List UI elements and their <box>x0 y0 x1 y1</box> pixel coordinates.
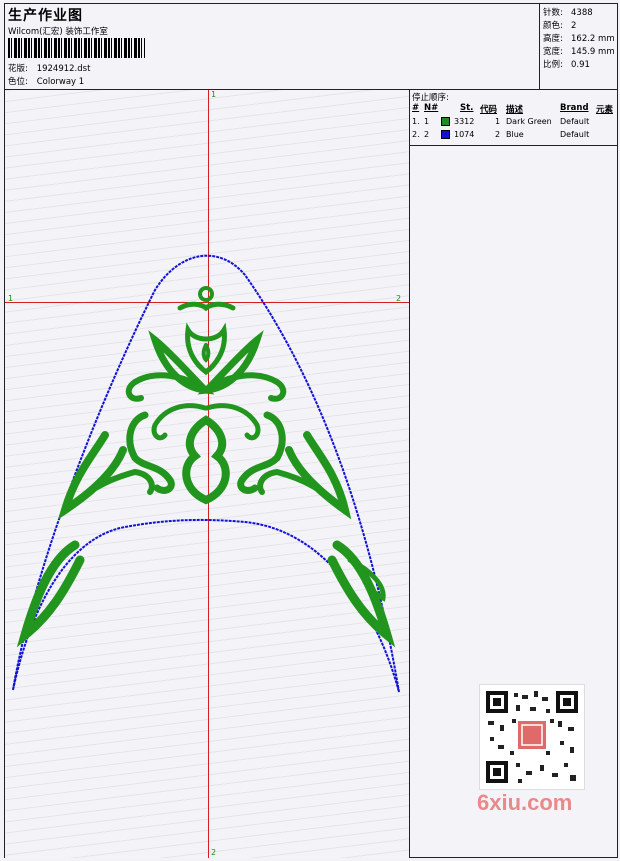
col-brand: Brand <box>560 103 589 113</box>
design-label: 花版: <box>8 64 28 74</box>
watermark: 6xiu.com <box>471 684 591 819</box>
row2-needle: 2 <box>424 130 430 139</box>
page-frame: 生产作业图 Wilcom(汇宏) 装饰工作室 花版: 1924912.dst 色… <box>4 3 618 858</box>
stat-colors: 颜色: 2 <box>543 21 577 31</box>
row2-desc: Blue <box>506 130 524 139</box>
colorway-row: 色位: Colorway 1 <box>8 75 84 87</box>
design-value: 1924912.dst <box>36 64 91 74</box>
stat-scale: 比例: 0.91 <box>543 60 590 70</box>
row2-brand: Default <box>560 130 590 139</box>
col-element: 元素 <box>596 105 614 115</box>
stop-sequence-panel: 停止顺序: # N# St. 代码 描述 Brand 元素 1. 1 3312 … <box>410 90 617 146</box>
colorway-label: 色位: <box>8 77 28 87</box>
blue-outline-stitch <box>12 254 400 693</box>
green-top-ring <box>198 286 214 302</box>
row1-needle: 1 <box>424 117 430 126</box>
stat-height: 高度: 162.2 mm <box>543 34 615 44</box>
row2-num: 2. <box>412 130 420 139</box>
studio-name: Wilcom(汇宏) 装饰工作室 <box>8 27 108 37</box>
row2-swatch <box>441 130 450 139</box>
col-needle: N# <box>424 103 439 113</box>
stats-box: 针数: 4388 颜色: 2 高度: 162.2 mm 宽度: 145.9 mm 比例:… <box>539 4 618 89</box>
qr-code-graphic <box>486 691 578 783</box>
row1-brand: Default <box>560 117 590 126</box>
col-code: 代码 <box>480 105 498 115</box>
design-row: 花版: 1924912.dst <box>8 62 90 74</box>
row2-stitches: 1074 <box>454 130 475 139</box>
barcode <box>8 38 145 58</box>
col-stitches: St. <box>460 103 474 113</box>
row1-swatch <box>441 117 450 126</box>
green-top-leaves <box>177 301 236 312</box>
row1-num: 1. <box>412 117 420 126</box>
design-canvas[interactable]: 1 2 1 2 <box>5 90 410 858</box>
green-left-leaf-mid <box>58 431 127 520</box>
page-title: 生产作业图 <box>8 8 83 24</box>
colorway-value: Colorway 1 <box>36 77 85 87</box>
green-right-leaf-mid <box>285 431 352 520</box>
stat-width: 宽度: 145.9 mm <box>543 47 615 57</box>
header: 生产作业图 Wilcom(汇宏) 装饰工作室 花版: 1924912.dst 色… <box>5 4 617 90</box>
watermark-text: 6xiu.com <box>477 790 573 815</box>
row1-desc: Dark Green <box>506 117 552 126</box>
green-crown <box>185 322 227 376</box>
green-center-eight <box>182 415 230 505</box>
embroidery-design <box>12 254 400 693</box>
stat-stitches: 针数: 4388 <box>543 8 593 18</box>
qr-code <box>479 684 585 790</box>
row1-stitches: 3312 <box>454 117 475 126</box>
col-desc: 描述 <box>506 105 524 115</box>
row2-code: 2 <box>495 130 501 139</box>
panel-title: 停止顺序: <box>412 93 449 103</box>
row1-code: 1 <box>495 117 501 126</box>
col-hash: # <box>412 103 420 113</box>
